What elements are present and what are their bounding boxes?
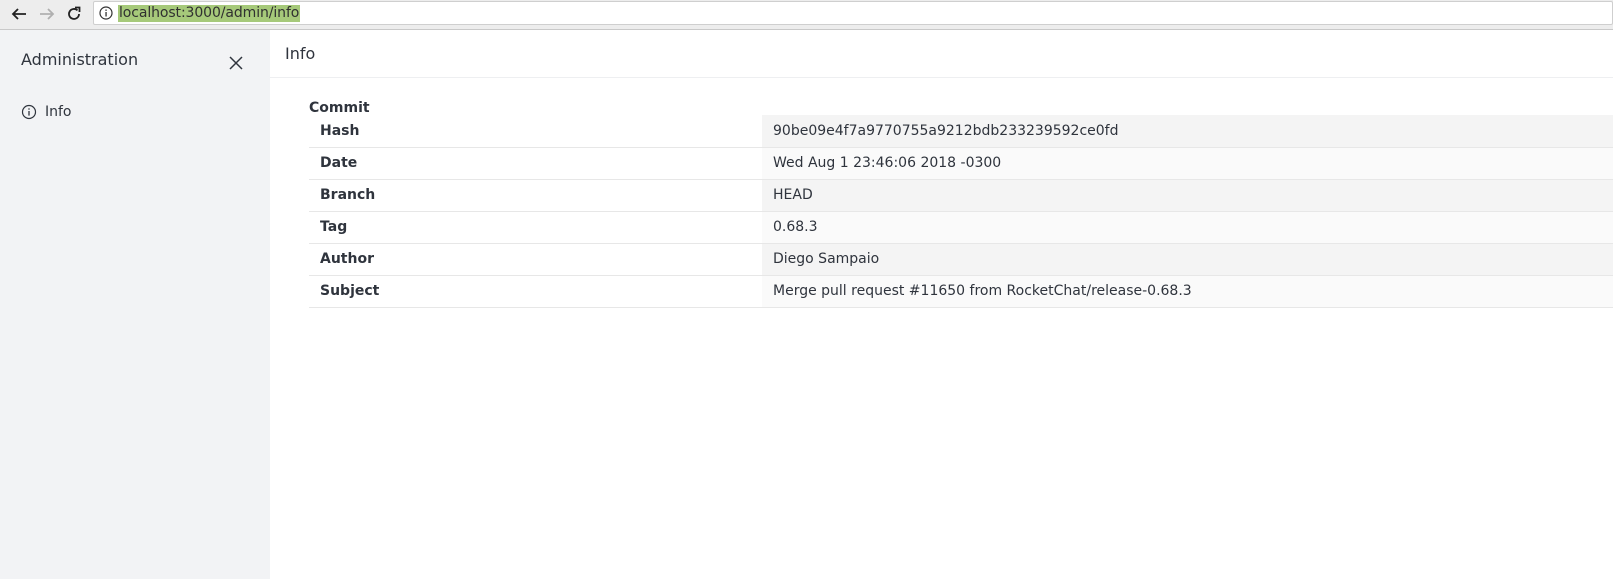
- section-title-commit: Commit: [309, 100, 370, 116]
- sidebar-title: Administration: [21, 50, 139, 69]
- browser-toolbar: localhost:3000/admin/info: [0, 0, 1613, 30]
- sidebar-item-label: Info: [45, 104, 72, 120]
- back-button[interactable]: [8, 3, 30, 25]
- table-row: Author Diego Sampaio: [309, 243, 1613, 276]
- row-key: Date: [309, 147, 762, 180]
- commit-info-table: Hash 90be09e4f7a9770755a9212bdb233239592…: [309, 115, 1613, 308]
- url-text[interactable]: localhost:3000/admin/info: [118, 5, 301, 22]
- main-content: Info Commit Hash 90be09e4f7a9770755a9212…: [270, 30, 1613, 579]
- table-row: Date Wed Aug 1 23:46:06 2018 -0300: [309, 147, 1613, 180]
- page-header: Info: [270, 30, 1613, 78]
- reload-button[interactable]: [63, 3, 85, 25]
- close-icon: [229, 56, 243, 70]
- forward-button[interactable]: [36, 3, 58, 25]
- table-row: Tag 0.68.3: [309, 211, 1613, 244]
- row-value: Diego Sampaio: [762, 243, 1613, 276]
- row-key: Subject: [309, 275, 762, 308]
- row-value: 90be09e4f7a9770755a9212bdb233239592ce0fd: [762, 115, 1613, 148]
- arrow-left-icon: [11, 8, 26, 20]
- row-value: Wed Aug 1 23:46:06 2018 -0300: [762, 147, 1613, 180]
- row-key: Author: [309, 243, 762, 276]
- reload-icon: [68, 6, 81, 20]
- close-sidebar-button[interactable]: [227, 54, 245, 72]
- row-value: 0.68.3: [762, 211, 1613, 244]
- row-value: HEAD: [762, 179, 1613, 212]
- arrow-right-icon: [40, 8, 55, 20]
- site-info-icon[interactable]: [99, 6, 113, 20]
- table-row: Subject Merge pull request #11650 from R…: [309, 275, 1613, 308]
- row-key: Hash: [309, 115, 762, 148]
- row-value: Merge pull request #11650 from RocketCha…: [762, 275, 1613, 308]
- address-bar[interactable]: localhost:3000/admin/info: [93, 1, 1613, 25]
- row-key: Tag: [309, 211, 762, 244]
- admin-sidebar: Administration Info: [0, 30, 270, 579]
- page-title: Info: [285, 44, 316, 63]
- sidebar-item-info[interactable]: Info: [21, 102, 72, 122]
- table-row: Hash 90be09e4f7a9770755a9212bdb233239592…: [309, 115, 1613, 148]
- table-row: Branch HEAD: [309, 179, 1613, 212]
- info-circle-icon: [21, 104, 37, 120]
- row-key: Branch: [309, 179, 762, 212]
